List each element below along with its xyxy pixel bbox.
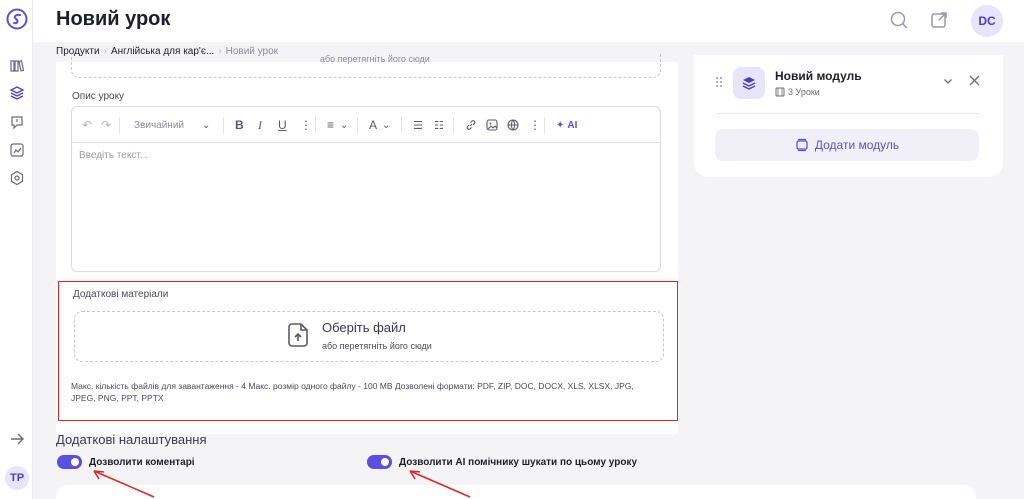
next-section-card [56,485,976,499]
left-rail: TP [0,0,33,499]
toolbar-divider [453,117,454,133]
expand-arrow-icon[interactable] [8,430,26,448]
module-lesson-count: 3 Уроки [775,87,820,97]
ai-assist-button[interactable]: ✦ AI [556,117,577,133]
toolbar-divider [357,117,358,133]
bullet-list-icon[interactable]: ☰ [413,117,423,133]
font-color-icon[interactable]: A [369,117,377,133]
panel-divider [715,113,981,114]
toolbar-divider [223,117,224,133]
message-icon[interactable] [9,114,25,130]
add-module-label: Додати модуль [814,138,900,152]
chevron-down-icon[interactable]: ⌄ [382,117,390,133]
file-upload-icon [288,323,308,347]
module-title[interactable]: Новий модуль [775,69,862,83]
chevron-down-icon[interactable] [943,76,953,86]
choose-file-label[interactable]: Оберіть файл [322,320,406,335]
ai-assist-label: AI [567,119,578,131]
toolbar-divider [544,117,545,133]
video-dropzone[interactable]: або перетягніть його сюди [71,54,661,78]
editor-text-area[interactable]: Введіть текст... [79,150,148,161]
description-editor: ↶ ↷ Звичайний ⌄ B I U ⋮ ≡ ⌄ A ⌄ ☰ ☷ ⋮ ✦ … [71,106,661,272]
annotation-arrow [409,470,471,498]
settings-icon[interactable] [9,170,25,186]
editor-toolbar: ↶ ↷ Звичайний ⌄ B I U ⋮ ≡ ⌄ A ⌄ ☰ ☷ ⋮ ✦ … [72,107,660,143]
undo-icon[interactable]: ↶ [82,117,92,133]
text-style-select[interactable]: Звичайний [134,117,184,133]
materials-label: Додаткові матеріали [73,289,169,300]
app-logo-icon[interactable] [6,8,28,30]
numbered-list-icon[interactable]: ☷ [434,117,444,133]
link-icon[interactable] [465,117,477,133]
library-icon[interactable] [9,58,25,74]
annotation-arrow [93,470,155,498]
align-icon[interactable]: ≡ [327,117,334,133]
upload-limits-line: Макс. кількість файлів для завантаження … [71,381,634,391]
chevron-down-icon[interactable]: ⌄ [340,117,348,133]
toolbar-divider [315,117,316,133]
drag-hint: або перетягніть його сюди [322,341,432,351]
allow-ai-toggle[interactable] [367,455,392,469]
redo-icon[interactable]: ↷ [101,117,111,133]
modules-panel: Новий модуль 3 Уроки Додати модуль [694,55,1003,177]
more-icon[interactable]: ⋮ [529,117,541,133]
underline-icon[interactable]: U [278,117,287,133]
layers-icon[interactable] [9,85,25,101]
image-icon[interactable] [486,117,498,133]
user-avatar[interactable]: TP [5,466,29,490]
external-link-icon[interactable] [929,10,949,30]
upload-limits-text: Макс. кількість файлів для завантаження … [71,380,671,404]
search-icon[interactable] [889,10,909,30]
additional-materials-section: Додаткові матеріали Оберіть файл або пер… [58,281,678,421]
chevron-down-icon[interactable]: ⌄ [202,117,210,133]
description-label: Опис уроку [72,91,125,102]
globe-icon[interactable] [507,117,519,133]
more-icon[interactable]: ⋮ [300,117,312,133]
chart-icon[interactable] [9,142,25,158]
page-title: Новий урок [56,8,171,30]
additional-settings-title: Додаткові налаштування [56,432,207,447]
toolbar-divider [401,117,402,133]
upload-limits-line: JPEG, PNG, PPT, PPTX [71,393,164,403]
sparkle-icon: ✦ [556,119,565,131]
add-module-button[interactable]: Додати модуль [715,129,979,161]
italic-icon[interactable]: I [258,117,262,133]
video-dropzone-hint: або перетягніть його сюди [320,54,430,64]
module-add-icon [796,138,808,152]
toolbar-divider [119,117,120,133]
header-avatar[interactable]: DC [971,5,1003,37]
top-header: Новий урок DC [33,0,1024,42]
close-icon[interactable] [969,75,980,86]
bold-icon[interactable]: B [235,117,244,133]
drag-handle-icon[interactable] [715,76,723,88]
module-layers-icon [733,67,765,99]
module-lessons-text: 3 Уроки [788,87,820,97]
allow-comments-toggle[interactable] [57,455,82,469]
film-icon [775,87,785,97]
materials-dropzone[interactable]: Оберіть файл або перетягніть його сюди [74,311,664,362]
